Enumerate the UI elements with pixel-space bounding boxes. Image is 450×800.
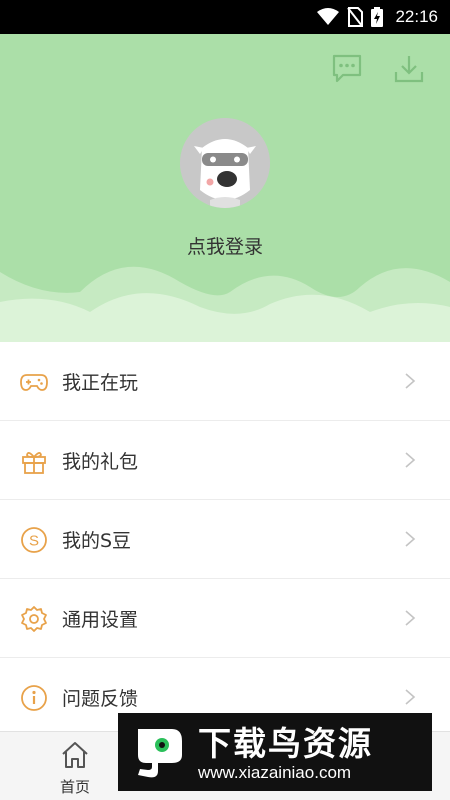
gift-icon — [20, 447, 48, 475]
menu-item-gifts[interactable]: 我的礼包 — [0, 421, 450, 500]
menu-item-settings[interactable]: 通用设置 — [0, 579, 450, 658]
chevron-right-icon — [404, 530, 416, 548]
chat-bubble-icon[interactable] — [330, 52, 364, 86]
s-coin-icon: S — [20, 526, 48, 554]
menu-item-label: 问题反馈 — [62, 688, 139, 710]
chevron-right-icon — [404, 451, 416, 469]
bird-logo-icon — [128, 721, 190, 783]
watermark-title: 下载鸟资源 — [198, 724, 373, 763]
gear-icon — [20, 605, 48, 633]
menu-item-playing[interactable]: 我正在玩 — [0, 342, 450, 421]
profile-header: 点我登录 — [0, 34, 450, 342]
watermark-banner: 下载鸟资源 www.xiazainiao.com — [118, 713, 432, 791]
menu-item-label: 我的S豆 — [62, 529, 132, 552]
watermark-url: www.xiazainiao.com — [198, 763, 352, 782]
chevron-right-icon — [404, 609, 416, 627]
menu-item-label: 我正在玩 — [62, 371, 139, 394]
battery-charging-icon — [371, 7, 384, 27]
svg-text:S: S — [29, 533, 39, 550]
gamepad-icon — [20, 368, 48, 396]
status-icons: 22:16 — [317, 0, 438, 34]
info-icon — [20, 684, 48, 712]
menu-list: 我正在玩 我的礼包 S 我的S豆 通用设置 问题反馈 — [0, 342, 450, 737]
wifi-icon — [317, 8, 340, 26]
dog-avatar-icon — [180, 118, 270, 208]
status-bar: 22:16 — [0, 0, 450, 34]
download-icon[interactable] — [392, 52, 426, 86]
nav-home[interactable]: 首页 — [40, 738, 110, 796]
home-icon — [60, 740, 90, 774]
no-sim-icon — [347, 7, 364, 27]
menu-item-s-coins[interactable]: S 我的S豆 — [0, 500, 450, 579]
menu-item-label: 我的礼包 — [62, 450, 139, 473]
chevron-right-icon — [404, 372, 416, 390]
menu-item-label: 通用设置 — [62, 608, 139, 631]
chevron-right-icon — [404, 688, 416, 706]
avatar[interactable] — [180, 118, 270, 208]
clock: 22:16 — [395, 7, 438, 26]
nav-home-label: 首页 — [59, 778, 90, 796]
hills-decoration — [0, 266, 450, 342]
